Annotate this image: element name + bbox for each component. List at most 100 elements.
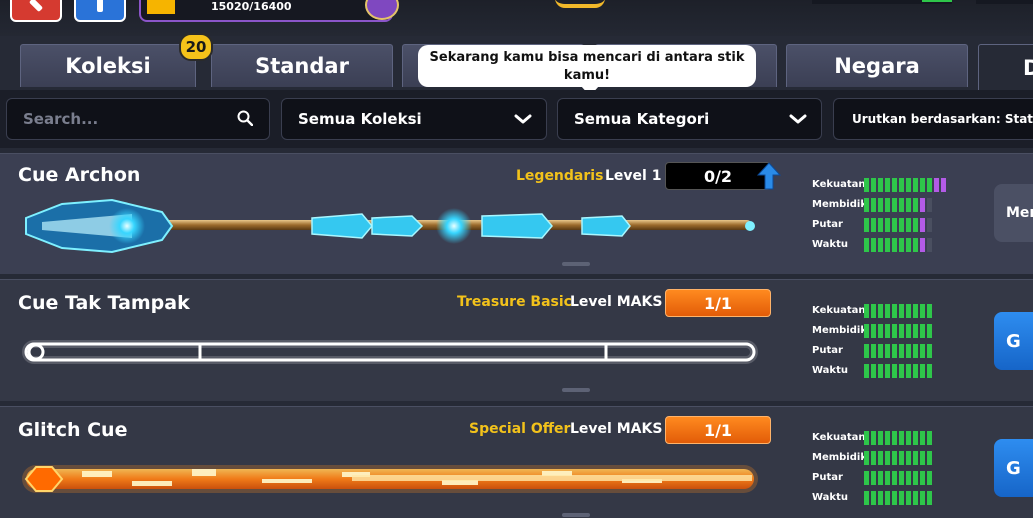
stat-label: Waktu	[812, 239, 848, 250]
stat-segment	[927, 178, 932, 192]
stat-segment	[864, 238, 869, 252]
stat-segment	[913, 451, 918, 465]
stat-segment	[892, 324, 897, 338]
tab-koleksi[interactable]: Koleksi	[20, 44, 196, 87]
stat-segment	[871, 491, 876, 505]
stat-segment	[892, 451, 897, 465]
stat-segment	[920, 451, 925, 465]
cue-card-glitch[interactable]: Glitch Cue Special Offer Level MAKS 1/1 …	[0, 406, 1033, 518]
stat-bar	[864, 431, 932, 445]
stat-segment	[871, 218, 876, 232]
stat-segment	[913, 491, 918, 505]
stat-label: Kekuatan	[812, 305, 866, 316]
stat-segment	[885, 471, 890, 485]
drag-handle	[562, 513, 590, 517]
koleksi-count-badge: 20	[179, 33, 213, 61]
stat-label: Membidik	[812, 325, 867, 336]
stat-segment	[913, 324, 918, 338]
stat-segment	[878, 324, 883, 338]
cue-card-tak-tampak[interactable]: Cue Tak Tampak Treasure Basic Level MAKS…	[0, 279, 1033, 401]
stat-segment	[913, 431, 918, 445]
info-button[interactable]	[74, 0, 126, 22]
stat-segment	[927, 364, 932, 378]
stat-bar	[864, 304, 932, 318]
stat-segment	[920, 198, 925, 212]
stat-label: Membidik	[812, 452, 867, 463]
collection-dropdown[interactable]: Semua Koleksi	[281, 98, 547, 140]
stat-segment	[899, 178, 904, 192]
stat-segment	[906, 491, 911, 505]
stat-segment	[906, 324, 911, 338]
cue-action-button[interactable]: G	[994, 312, 1033, 370]
stat-segment	[871, 304, 876, 318]
stat-segment	[906, 431, 911, 445]
upgrade-arrow-icon[interactable]	[757, 162, 781, 190]
tab-active[interactable]: D	[978, 44, 1033, 90]
stat-bar	[864, 364, 932, 378]
stat-segment	[906, 198, 911, 212]
stat-segment	[864, 198, 869, 212]
stat-bar	[864, 198, 932, 212]
stat-segment	[920, 431, 925, 445]
category-dropdown-value: Semua Kategori	[574, 110, 710, 128]
stat-segment	[913, 304, 918, 318]
search-placeholder: Search...	[23, 110, 99, 128]
stat-segment	[864, 431, 869, 445]
stat-segment	[906, 304, 911, 318]
search-input[interactable]: Search...	[6, 98, 270, 140]
cue-rarity: Special Offer	[469, 421, 571, 437]
stat-bar	[864, 491, 932, 505]
cue-action-button[interactable]: Mer	[994, 184, 1033, 242]
search-tooltip: Sekarang kamu bisa mencari di antara sti…	[418, 45, 756, 96]
stat-segment	[878, 451, 883, 465]
tab-negara[interactable]: Negara	[786, 44, 968, 87]
stat-segment	[878, 431, 883, 445]
stat-segment	[899, 218, 904, 232]
stat-label: Membidik	[812, 199, 867, 210]
sort-label: Urutkan berdasarkan: Statis	[852, 112, 1033, 126]
stat-bar	[864, 344, 932, 358]
stat-segment	[934, 178, 939, 192]
stat-label: Kekuatan	[812, 179, 866, 190]
stat-bar	[864, 238, 932, 252]
sort-dropdown[interactable]: Urutkan berdasarkan: Statis	[833, 98, 1033, 140]
stat-segment	[906, 218, 911, 232]
xp-text: 15020/16400	[211, 0, 292, 13]
cue-level: Level MAKS	[570, 294, 663, 310]
stat-segment	[913, 471, 918, 485]
stat-label: Putar	[812, 219, 843, 230]
stat-segment	[864, 344, 869, 358]
stat-segment	[878, 304, 883, 318]
search-icon[interactable]	[237, 110, 253, 126]
stat-segment	[920, 178, 925, 192]
stat-segment	[885, 451, 890, 465]
stat-segment	[885, 238, 890, 252]
stat-segment	[864, 304, 869, 318]
stat-segment	[871, 344, 876, 358]
stat-segment	[885, 304, 890, 318]
cue-card-archon[interactable]: Cue Archon Legendaris Level 1 0/2 Kekuat…	[0, 153, 1033, 274]
stat-label: Waktu	[812, 492, 848, 503]
stat-segment	[892, 238, 897, 252]
stat-segment	[899, 471, 904, 485]
tab-standar[interactable]: Standar	[211, 44, 393, 87]
filter-bar: Search... Semua Koleksi Semua Kategori U…	[0, 90, 1033, 148]
stat-segment	[913, 178, 918, 192]
stat-segment	[864, 364, 869, 378]
stat-segment	[927, 471, 932, 485]
category-dropdown[interactable]: Semua Kategori	[557, 98, 822, 140]
stat-segment	[920, 324, 925, 338]
stat-segment	[871, 451, 876, 465]
stat-segment	[906, 344, 911, 358]
stat-segment	[864, 218, 869, 232]
stat-segment	[927, 451, 932, 465]
stat-segment	[920, 304, 925, 318]
stat-segment	[927, 344, 932, 358]
stat-segment	[927, 198, 932, 212]
stat-segment	[878, 471, 883, 485]
cue-action-button[interactable]: G	[994, 439, 1033, 497]
cue-rarity: Treasure Basic	[457, 294, 572, 310]
stat-label: Putar	[812, 345, 843, 356]
back-button[interactable]	[10, 0, 62, 22]
cue-level: Level MAKS	[570, 421, 663, 437]
